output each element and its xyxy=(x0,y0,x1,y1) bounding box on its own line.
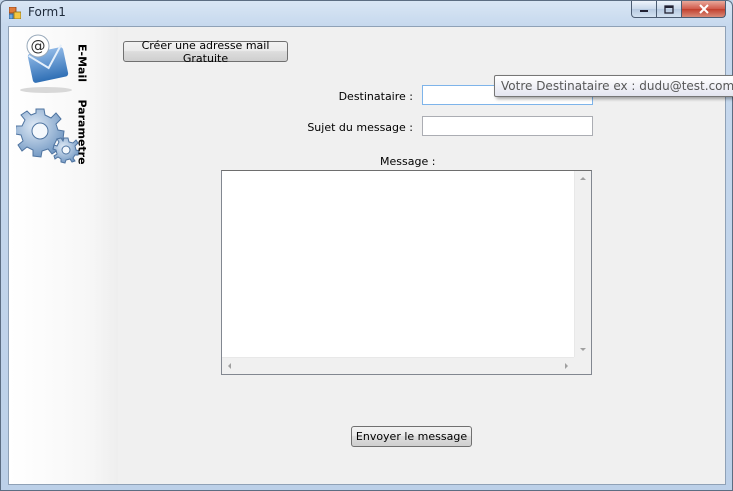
subject-input[interactable] xyxy=(422,116,593,136)
close-icon xyxy=(698,4,709,14)
scroll-right-icon[interactable] xyxy=(565,363,568,369)
close-button[interactable] xyxy=(682,1,726,18)
minimize-icon xyxy=(640,10,648,12)
vertical-scrollbar[interactable] xyxy=(574,171,591,357)
maximize-icon xyxy=(664,4,674,14)
message-textarea[interactable] xyxy=(221,170,592,375)
sidebar: @ E-Mail Parametre xyxy=(9,27,118,484)
email-envelope-icon: @ xyxy=(20,34,72,93)
scroll-left-icon[interactable] xyxy=(228,363,231,369)
app-window: Form1 @ E-Mail Parametre Créer une adres… xyxy=(0,0,733,491)
message-label: Message : xyxy=(380,155,436,168)
scroll-down-icon[interactable] xyxy=(580,348,586,351)
window-title: Form1 xyxy=(28,5,66,19)
scroll-up-icon[interactable] xyxy=(580,177,586,180)
horizontal-scrollbar[interactable] xyxy=(222,357,574,374)
app-form-icon xyxy=(9,7,21,19)
sidebar-item-email[interactable]: @ E-Mail xyxy=(12,30,112,96)
svg-text:@: @ xyxy=(31,37,46,55)
create-free-email-button[interactable]: Créer une adresse mail Gratuite xyxy=(123,39,288,65)
subject-label: Sujet du message : xyxy=(307,121,413,134)
send-message-button[interactable]: Envoyer le message xyxy=(351,426,472,447)
title-bar[interactable]: Form1 xyxy=(1,1,732,25)
caption-buttons xyxy=(631,1,726,19)
destinataire-tooltip: Votre Destinataire ex : dudu@test.com xyxy=(494,75,733,97)
sidebar-item-label: Parametre xyxy=(75,99,89,165)
destinataire-label: Destinataire : xyxy=(338,90,413,103)
sidebar-item-label: E-Mail xyxy=(75,44,89,82)
gears-icon xyxy=(16,108,80,164)
scrollbar-corner xyxy=(574,357,591,374)
sidebar-item-parametre[interactable]: Parametre xyxy=(12,99,112,165)
maximize-button[interactable] xyxy=(657,1,682,18)
minimize-button[interactable] xyxy=(631,1,657,18)
